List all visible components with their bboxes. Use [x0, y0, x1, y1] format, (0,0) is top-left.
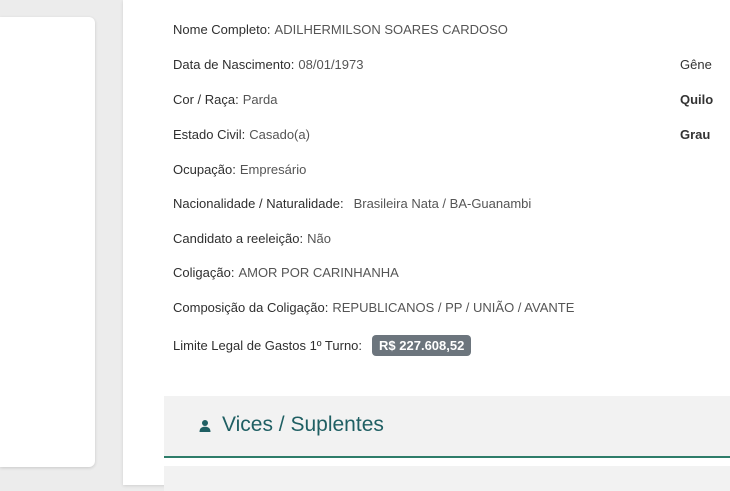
nome-completo-value: ADILHERMILSON SOARES CARDOSO: [274, 22, 508, 37]
estado-civil-value: Casado(a): [249, 127, 310, 142]
user-icon: [199, 420, 211, 432]
cor-raca-value: Parda: [242, 92, 278, 107]
coligacao-label: Coligação:: [173, 265, 235, 280]
grau-instrucao-label: Grau: [680, 127, 711, 142]
vices-suplentes-content: [164, 466, 730, 491]
vices-suplentes-title[interactable]: Vices / Suplentes: [222, 413, 384, 437]
data-nascimento-row: Data de Nascimento: 08/01/1973: [173, 57, 363, 73]
reeleicao-value: Não: [307, 231, 331, 246]
cor-raca-label: Cor / Raça:: [173, 92, 239, 107]
composicao-row: Composição da Coligação: REPUBLICANOS / P…: [173, 300, 574, 316]
coligacao-row: Coligação: AMOR POR CARINHANHA: [173, 265, 399, 281]
composicao-label: Composição da Coligação:: [173, 300, 329, 315]
ocupacao-label: Ocupação:: [173, 162, 236, 177]
cor-raca-row: Cor / Raça: Parda: [173, 92, 277, 108]
nacionalidade-row: Nacionalidade / Naturalidade: Brasileira …: [173, 196, 531, 212]
limite-gastos-row: Limite Legal de Gastos 1º Turno: R$ 227.6…: [173, 335, 472, 356]
limite-gastos-badge: R$ 227.608,52: [372, 335, 472, 356]
composicao-value: REPUBLICANOS / PP / UNIÃO / AVANTE: [332, 300, 575, 315]
limite-gastos-label: Limite Legal de Gastos 1º Turno:: [173, 338, 363, 353]
reeleicao-row: Candidato a reeleição: Não: [173, 231, 331, 247]
nome-completo-label: Nome Completo:: [173, 22, 271, 37]
left-panel: [0, 17, 95, 467]
data-nascimento-label: Data de Nascimento:: [173, 57, 295, 72]
genero-label: Gêne: [680, 57, 712, 72]
coligacao-value: AMOR POR CARINHANHA: [238, 265, 399, 280]
quilombola-label: Quilo: [680, 92, 714, 107]
data-nascimento-value: 08/01/1973: [298, 57, 364, 72]
nacionalidade-value: Brasileira Nata / BA-Guanambi: [353, 196, 532, 211]
ocupacao-value: Empresário: [239, 162, 307, 177]
nacionalidade-label: Nacionalidade / Naturalidade:: [173, 196, 344, 211]
nome-completo-row: Nome Completo: ADILHERMILSON SOARES CARDO…: [173, 22, 508, 38]
ocupacao-row: Ocupação: Empresário: [173, 162, 306, 178]
estado-civil-row: Estado Civil: Casado(a): [173, 127, 310, 143]
estado-civil-label: Estado Civil:: [173, 127, 246, 142]
reeleicao-label: Candidato a reeleição:: [173, 231, 304, 246]
